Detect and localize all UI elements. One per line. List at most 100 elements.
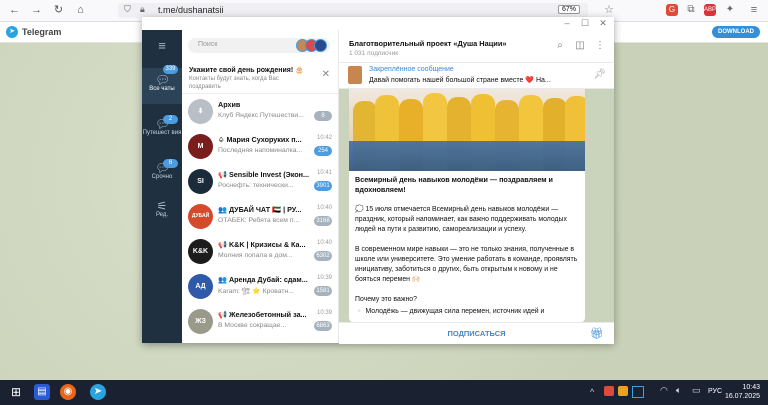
pinned-message[interactable]: Закреплённое сообщение Давай помогать на… — [339, 62, 614, 89]
search-input[interactable]: Поиск — [188, 38, 330, 53]
message-feed: Всемирный день навыков молодёжи — поздра… — [339, 89, 614, 322]
puzzle-icon[interactable]: ⧉ — [685, 4, 697, 16]
extensions-icon[interactable]: ✦ — [724, 4, 736, 16]
chat-time: 10:40 — [316, 205, 332, 211]
folder-all-chats[interactable]: 💬︎ 339 Все чаты — [142, 65, 182, 104]
chat-last-message: Клуб Яндекс Путешестви... — [218, 112, 304, 119]
back-icon[interactable]: ← — [8, 4, 21, 17]
chat-row[interactable]: K&K 📢 K&K | Кризисы & Ка... Молния попала … — [182, 235, 338, 269]
chat-title: ♤ Мария Сухоруких п... — [218, 135, 302, 144]
folder-badge: 339 — [163, 65, 178, 74]
chat-row[interactable]: ЖЗ 📢 Железобетонный за... В Москве сокраща… — [182, 305, 338, 339]
close-icon[interactable]: ✕ — [596, 18, 610, 29]
battery-icon[interactable]: ▭ — [692, 385, 701, 396]
post-photo[interactable] — [349, 89, 585, 171]
pin-icon[interactable]: 📌︎ — [593, 69, 606, 80]
folder-edit[interactable]: ⚟ Ред. — [142, 200, 182, 226]
forward-icon[interactable]: → — [30, 4, 43, 17]
tray-app-icon[interactable] — [618, 386, 628, 396]
chat-time: 10:39 — [316, 310, 332, 316]
chat-time: 10:41 — [316, 170, 332, 176]
zoom-level[interactable]: 67% — [557, 5, 580, 14]
home-icon[interactable]: ⌂ — [74, 4, 87, 17]
menu-icon[interactable]: ≡ — [748, 4, 760, 16]
chat-row[interactable]: SI 📢 Sensible Invest (Экон... Роснефть: те… — [182, 165, 338, 199]
channel-post: Всемирный день навыков молодёжи — поздра… — [349, 89, 585, 322]
chat-row[interactable]: ДУБАЙ 👥 ДУБАЙ ЧАТ 🇦🇪 | РУ... ОТАБЕК: Ребят… — [182, 200, 338, 234]
post-paragraph: 💭 15 июля отмечается Всемирный день навы… — [355, 206, 567, 233]
folder-badge: 6 — [163, 159, 178, 168]
birthday-title: Укажите свой день рождения! 🎂 — [189, 67, 304, 74]
extension-icon[interactable]: G — [666, 4, 678, 16]
start-icon[interactable]: ⊞ — [8, 384, 24, 400]
chat-last-message: В Москве сокращае... — [218, 322, 287, 329]
chat-list: Поиск Укажите свой день рождения! 🎂 Конт… — [182, 30, 339, 343]
telegram-name: Telegram — [22, 27, 62, 37]
unread-badge: 8 — [314, 111, 332, 121]
chat-last-message: Роснефть: технически... — [218, 182, 294, 189]
pinned-thumbnail — [348, 66, 362, 84]
reload-icon[interactable]: ↻ — [52, 4, 65, 17]
folder-label: Путешест вия — [142, 130, 182, 136]
telegram-icon[interactable]: ➤ — [90, 384, 106, 400]
download-button[interactable]: DOWNLOAD — [712, 26, 760, 38]
clock[interactable]: 10:43 16.07.2025 — [725, 383, 760, 401]
wifi-icon[interactable]: ◠ — [660, 385, 668, 396]
subscriber-count: 1 031 подписчик — [349, 50, 399, 57]
folder-travel[interactable]: 💬︎ 2 Путешест вия — [142, 115, 182, 154]
minimize-icon[interactable]: – — [560, 18, 574, 29]
chat-title: 👥 Аренда Дубай: сдам... — [218, 275, 308, 284]
folder-badge: 2 — [163, 115, 178, 124]
sliders-icon: ⚟ — [156, 199, 168, 213]
story-avatar — [314, 39, 327, 52]
telegram-window: – ☐ ✕ ≡ 💬︎ 339 Все чаты 💬︎ 2 Путешест ви… — [142, 17, 614, 344]
sidebar-toggle-icon[interactable]: ◫ — [574, 40, 586, 52]
unread-badge: 254 — [314, 146, 332, 156]
chat-title: 📢 Железобетонный за... — [218, 310, 307, 319]
chat-header[interactable]: Благотворительный проект «Душа Нации» 1 … — [339, 30, 614, 63]
close-icon[interactable]: ✕ — [322, 69, 330, 80]
search-icon[interactable]: ⌕ — [554, 40, 566, 52]
chat-time: 10:39 — [316, 275, 332, 281]
stories-avatars[interactable] — [296, 39, 327, 54]
star-icon[interactable]: ☆ — [603, 4, 615, 16]
adblock-icon[interactable]: ABP — [704, 4, 716, 16]
address-bar[interactable]: ⛉ 🔒︎ t.me/dushanatsii 67% — [118, 3, 588, 18]
subscribe-button[interactable]: ПОДПИСАТЬСЯ — [339, 329, 614, 338]
volume-icon[interactable]: 🔈︎ — [676, 385, 681, 396]
chat-row[interactable]: АД 👥 Аренда Дубай: сдам... Karam: 🏗 ⭐ Кров… — [182, 270, 338, 304]
hamburger-menu-icon[interactable]: ≡ — [142, 38, 182, 54]
firefox-icon[interactable]: ◉ — [60, 384, 76, 400]
clock-time: 10:43 — [742, 384, 760, 391]
chat-last-message: Karam: 🏗 ⭐ Кроватн... — [218, 288, 294, 295]
post-title: Всемирный день навыков молодёжи — поздра… — [355, 175, 553, 194]
chat-avatar: SI — [188, 169, 213, 194]
post-paragraph: ▫️ Молодёжь — движущая сила перемен, ист… — [355, 308, 545, 315]
folder-urgent[interactable]: 💬︎ 6 Срочно — [142, 159, 182, 190]
chat-title: 👥 ДУБАЙ ЧАТ 🇦🇪 | РУ... — [218, 205, 302, 214]
chat-row[interactable]: М ♤ Мария Сухоруких п... Последняя напомин… — [182, 130, 338, 164]
menu-icon: ≡ — [158, 38, 166, 53]
window-titlebar: – ☐ ✕ — [142, 17, 614, 30]
birthday-prompt[interactable]: Укажите свой день рождения! 🎂 Контакты б… — [182, 63, 338, 94]
tray-app-icon[interactable] — [604, 386, 614, 396]
birthday-subtitle: Контакты будут знать, когда Вас поздрави… — [189, 76, 279, 90]
chat-avatar: АД — [188, 274, 213, 299]
app-icon[interactable]: ▤ — [34, 384, 50, 400]
chevron-up-icon[interactable]: ^ — [590, 387, 594, 397]
gift-icon[interactable]: 🎁︎ — [590, 327, 604, 340]
post-paragraph: Почему это важно? — [355, 296, 417, 303]
chat-last-message: ОТАБЕК: Ребята всем п... — [218, 217, 300, 224]
more-icon[interactable]: ⋮ — [594, 40, 606, 52]
chat-avatar: ЖЗ — [188, 309, 213, 334]
maximize-icon[interactable]: ☐ — [578, 18, 592, 29]
tray-app-icon[interactable] — [632, 386, 644, 398]
chat-row[interactable]: ⬇ Архив Клуб Яндекс Путешестви... 8 — [182, 95, 338, 129]
unread-badge: 3901 — [314, 181, 332, 191]
chat-avatar: М — [188, 134, 213, 159]
folder-label: Срочно — [151, 174, 173, 180]
chat-last-message: Последняя напоминалка... — [218, 147, 303, 154]
post-paragraph: В современном мире навыки — это не тольк… — [355, 246, 578, 283]
language-indicator[interactable]: РУС — [708, 388, 722, 395]
unread-badge: 6863 — [314, 321, 332, 331]
